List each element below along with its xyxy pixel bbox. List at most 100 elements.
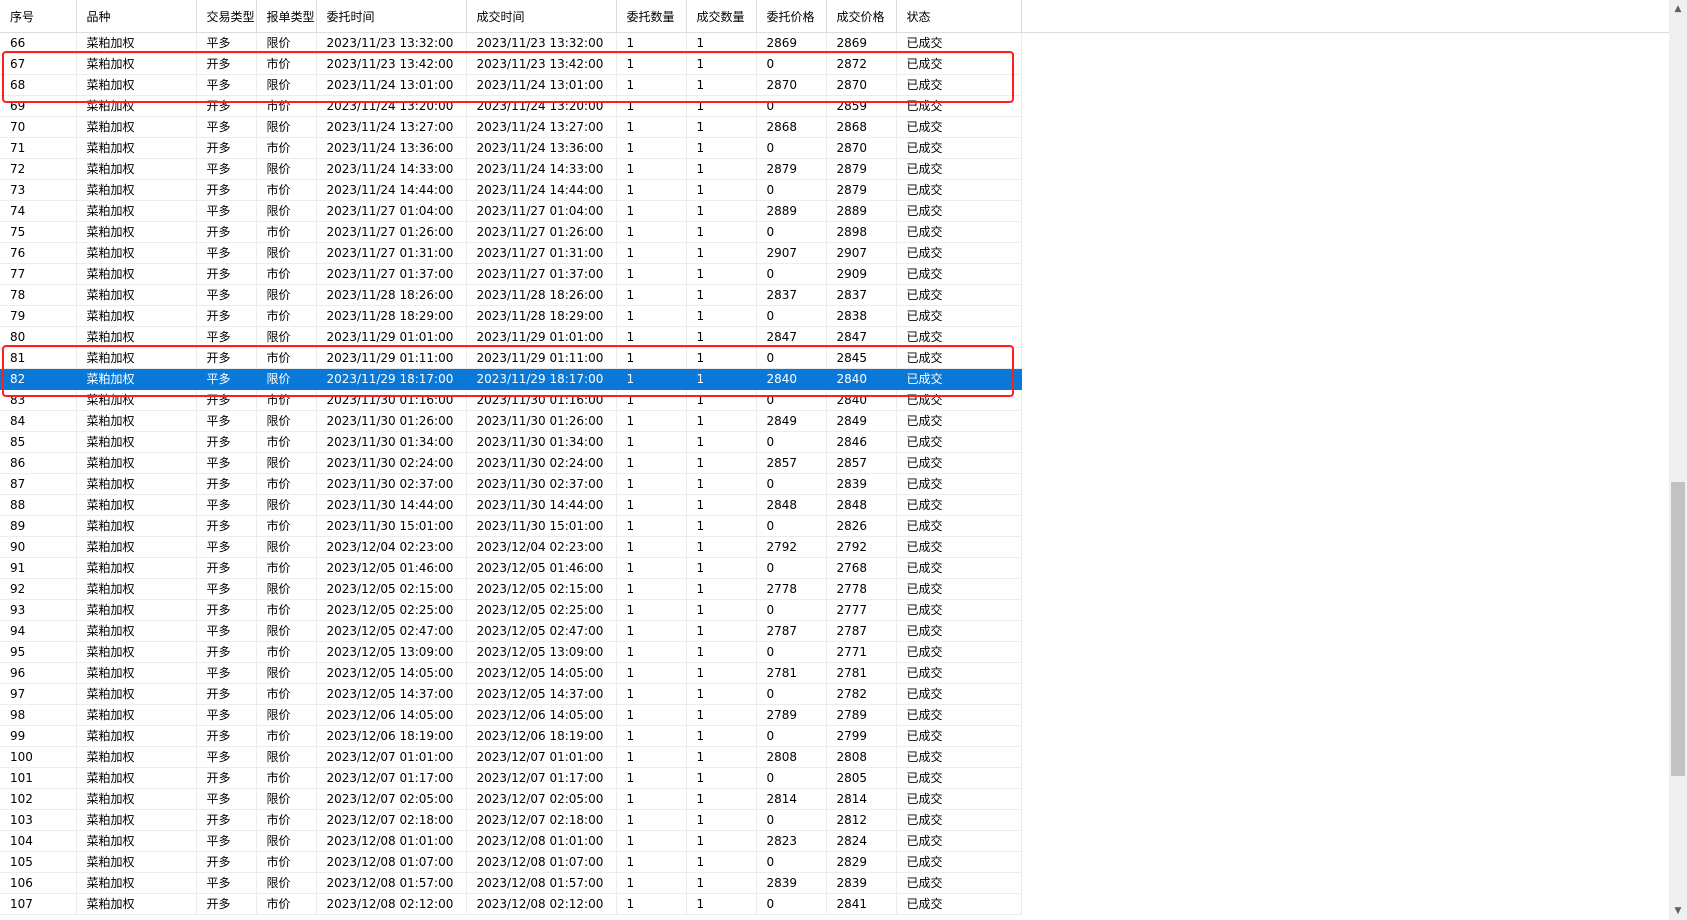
table-row[interactable]: 100 菜粕加权 平多 限价 2023/12/07 01:01:00 2023/12/07…: [0, 746, 1022, 768]
cell-order-type: 限价: [256, 452, 317, 474]
cell-fill-price: 2812: [826, 809, 897, 831]
cell-fill-time: 2023/11/23 13:32:00: [466, 32, 617, 54]
cell-fill-qty: 1: [686, 830, 757, 852]
cell-index: 72: [0, 158, 77, 180]
column-header-status[interactable]: 状态: [896, 0, 1022, 33]
cell-status: 已成交: [896, 347, 1022, 369]
table-row[interactable]: 75 菜粕加权 开多 市价 2023/11/27 01:26:00 2023/11/27 …: [0, 221, 1022, 243]
cell-fill-time: 2023/11/29 01:11:00: [466, 347, 617, 369]
cell-index: 68: [0, 74, 77, 96]
table-row[interactable]: 103 菜粕加权 开多 市价 2023/12/07 02:18:00 2023/12/07…: [0, 809, 1022, 831]
cell-product: 菜粕加权: [76, 557, 197, 579]
cell-fill-price: 2840: [826, 389, 897, 411]
cell-order-price: 2907: [756, 242, 827, 264]
cell-status: 已成交: [896, 431, 1022, 453]
table-row[interactable]: 87 菜粕加权 开多 市价 2023/11/30 02:37:00 2023/11/30 …: [0, 473, 1022, 495]
table-row[interactable]: 88 菜粕加权 平多 限价 2023/11/30 14:44:00 2023/11/30 …: [0, 494, 1022, 516]
cell-status: 已成交: [896, 704, 1022, 726]
chevron-up-icon[interactable]: ▲: [1669, 0, 1687, 18]
vertical-scrollbar[interactable]: ▲ ▼: [1669, 0, 1687, 920]
cell-index: 102: [0, 788, 77, 810]
scrollbar-thumb[interactable]: [1671, 482, 1685, 776]
cell-trade-type: 平多: [196, 74, 257, 96]
cell-status: 已成交: [896, 767, 1022, 789]
table-row[interactable]: 77 菜粕加权 开多 市价 2023/11/27 01:37:00 2023/11/27 …: [0, 263, 1022, 285]
table-row[interactable]: 74 菜粕加权 平多 限价 2023/11/27 01:04:00 2023/11/27 …: [0, 200, 1022, 222]
table-row[interactable]: 81 菜粕加权 开多 市价 2023/11/29 01:11:00 2023/11/29 …: [0, 347, 1022, 369]
table-row[interactable]: 104 菜粕加权 平多 限价 2023/12/08 01:01:00 2023/12/08…: [0, 830, 1022, 852]
table-row[interactable]: 92 菜粕加权 平多 限价 2023/12/05 02:15:00 2023/12/05 …: [0, 578, 1022, 600]
table-row[interactable]: 66 菜粕加权 平多 限价 2023/11/23 13:32:00 2023/11/23 …: [0, 32, 1022, 54]
table-row[interactable]: 67 菜粕加权 开多 市价 2023/11/23 13:42:00 2023/11/23 …: [0, 53, 1022, 75]
table-row[interactable]: 101 菜粕加权 开多 市价 2023/12/07 01:17:00 2023/12/07…: [0, 767, 1022, 789]
table-row[interactable]: 79 菜粕加权 开多 市价 2023/11/28 18:29:00 2023/11/28 …: [0, 305, 1022, 327]
table-row[interactable]: 82 菜粕加权 平多 限价 2023/11/29 18:17:00 2023/11/29 …: [0, 368, 1022, 390]
table-row[interactable]: 98 菜粕加权 平多 限价 2023/12/06 14:05:00 2023/12/06 …: [0, 704, 1022, 726]
table-row[interactable]: 86 菜粕加权 平多 限价 2023/11/30 02:24:00 2023/11/30 …: [0, 452, 1022, 474]
cell-fill-price: 2824: [826, 830, 897, 852]
cell-product: 菜粕加权: [76, 767, 197, 789]
cell-status: 已成交: [896, 872, 1022, 894]
table-row[interactable]: 102 菜粕加权 平多 限价 2023/12/07 02:05:00 2023/12/07…: [0, 788, 1022, 810]
cell-trade-type: 开多: [196, 767, 257, 789]
table-row[interactable]: 91 菜粕加权 开多 市价 2023/12/05 01:46:00 2023/12/05 …: [0, 557, 1022, 579]
table-row[interactable]: 95 菜粕加权 开多 市价 2023/12/05 13:09:00 2023/12/05 …: [0, 641, 1022, 663]
table-row[interactable]: 70 菜粕加权 平多 限价 2023/11/24 13:27:00 2023/11/24 …: [0, 116, 1022, 138]
table-row[interactable]: 96 菜粕加权 平多 限价 2023/12/05 14:05:00 2023/12/05 …: [0, 662, 1022, 684]
cell-order-price: 0: [756, 473, 827, 495]
table-row[interactable]: 99 菜粕加权 开多 市价 2023/12/06 18:19:00 2023/12/06 …: [0, 725, 1022, 747]
table-row[interactable]: 72 菜粕加权 平多 限价 2023/11/24 14:33:00 2023/11/24 …: [0, 158, 1022, 180]
cell-fill-price: 2838: [826, 305, 897, 327]
column-header-product[interactable]: 品种: [76, 0, 197, 33]
cell-fill-time: 2023/11/27 01:04:00: [466, 200, 617, 222]
cell-order-time: 2023/11/24 14:44:00: [316, 179, 467, 201]
cell-order-time: 2023/12/05 01:46:00: [316, 557, 467, 579]
cell-status: 已成交: [896, 599, 1022, 621]
table-row[interactable]: 80 菜粕加权 平多 限价 2023/11/29 01:01:00 2023/11/29 …: [0, 326, 1022, 348]
header-empty-area: [1021, 0, 1669, 33]
table-row[interactable]: 78 菜粕加权 平多 限价 2023/11/28 18:26:00 2023/11/28 …: [0, 284, 1022, 306]
cell-trade-type: 平多: [196, 452, 257, 474]
table-row[interactable]: 106 菜粕加权 平多 限价 2023/12/08 01:57:00 2023/12/08…: [0, 872, 1022, 894]
table-row[interactable]: 93 菜粕加权 开多 市价 2023/12/05 02:25:00 2023/12/05 …: [0, 599, 1022, 621]
column-header-order-qty[interactable]: 委托数量: [616, 0, 687, 33]
cell-status: 已成交: [896, 95, 1022, 117]
column-header-index[interactable]: 序号: [0, 0, 77, 33]
cell-fill-price: 2879: [826, 158, 897, 180]
column-header-order-type[interactable]: 报单类型: [256, 0, 317, 33]
table-row[interactable]: 69 菜粕加权 开多 市价 2023/11/24 13:20:00 2023/11/24 …: [0, 95, 1022, 117]
cell-order-price: 2868: [756, 116, 827, 138]
table-row[interactable]: 85 菜粕加权 开多 市价 2023/11/30 01:34:00 2023/11/30 …: [0, 431, 1022, 453]
table-row[interactable]: 97 菜粕加权 开多 市价 2023/12/05 14:37:00 2023/12/05 …: [0, 683, 1022, 705]
cell-order-time: 2023/11/24 14:33:00: [316, 158, 467, 180]
cell-status: 已成交: [896, 452, 1022, 474]
column-header-fill-qty[interactable]: 成交数量: [686, 0, 757, 33]
table-row[interactable]: 76 菜粕加权 平多 限价 2023/11/27 01:31:00 2023/11/27 …: [0, 242, 1022, 264]
table-row[interactable]: 94 菜粕加权 平多 限价 2023/12/05 02:47:00 2023/12/05 …: [0, 620, 1022, 642]
cell-order-type: 限价: [256, 116, 317, 138]
cell-trade-type: 平多: [196, 368, 257, 390]
cell-product: 菜粕加权: [76, 452, 197, 474]
table-row[interactable]: 90 菜粕加权 平多 限价 2023/12/04 02:23:00 2023/12/04 …: [0, 536, 1022, 558]
table-row[interactable]: 107 菜粕加权 开多 市价 2023/12/08 02:12:00 2023/12/08…: [0, 893, 1022, 915]
table-row[interactable]: 89 菜粕加权 开多 市价 2023/11/30 15:01:00 2023/11/30 …: [0, 515, 1022, 537]
cell-fill-price: 2840: [826, 368, 897, 390]
column-header-order-time[interactable]: 委托时间: [316, 0, 467, 33]
chevron-down-icon[interactable]: ▼: [1669, 902, 1687, 920]
column-header-fill-time[interactable]: 成交时间: [466, 0, 617, 33]
table-row[interactable]: 84 菜粕加权 平多 限价 2023/11/30 01:26:00 2023/11/30 …: [0, 410, 1022, 432]
cell-order-time: 2023/11/28 18:29:00: [316, 305, 467, 327]
column-header-fill-price[interactable]: 成交价格: [826, 0, 897, 33]
table-row[interactable]: 71 菜粕加权 开多 市价 2023/11/24 13:36:00 2023/11/24 …: [0, 137, 1022, 159]
column-header-trade-type[interactable]: 交易类型: [196, 0, 257, 33]
cell-trade-type: 开多: [196, 851, 257, 873]
column-header-order-price[interactable]: 委托价格: [756, 0, 827, 33]
table-row[interactable]: 68 菜粕加权 平多 限价 2023/11/24 13:01:00 2023/11/24 …: [0, 74, 1022, 96]
cell-fill-qty: 1: [686, 53, 757, 75]
cell-order-qty: 1: [616, 809, 687, 831]
cell-fill-price: 2898: [826, 221, 897, 243]
table-row[interactable]: 83 菜粕加权 开多 市价 2023/11/30 01:16:00 2023/11/30 …: [0, 389, 1022, 411]
table-row[interactable]: 73 菜粕加权 开多 市价 2023/11/24 14:44:00 2023/11/24 …: [0, 179, 1022, 201]
cell-fill-qty: 1: [686, 767, 757, 789]
table-row[interactable]: 105 菜粕加权 开多 市价 2023/12/08 01:07:00 2023/12/08…: [0, 851, 1022, 873]
